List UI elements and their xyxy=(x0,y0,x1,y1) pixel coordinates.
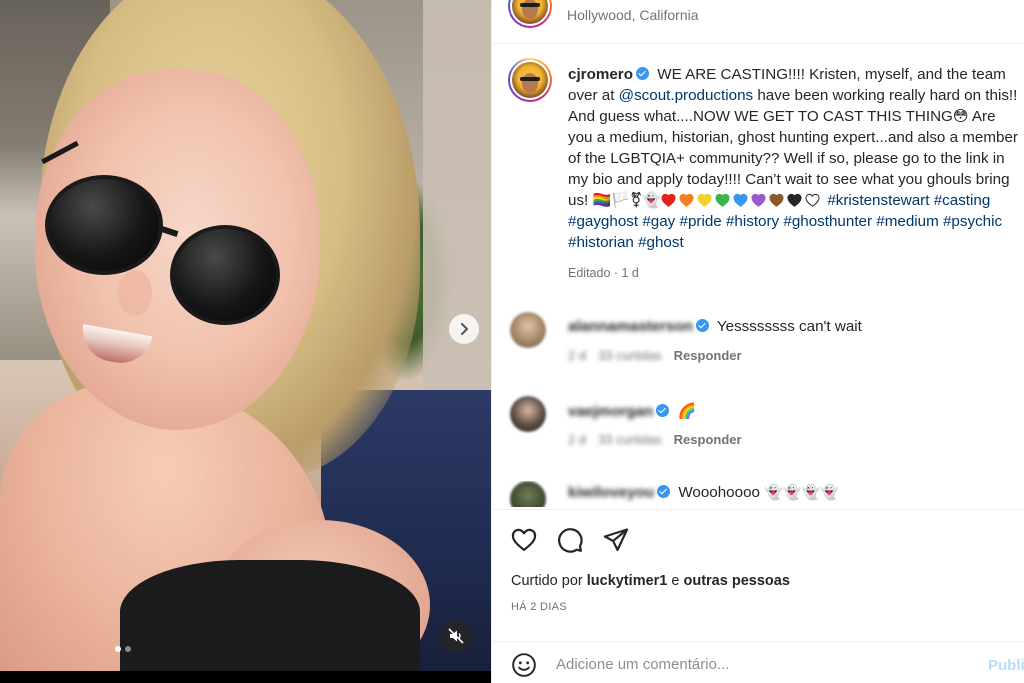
heart-emoji-icon xyxy=(715,192,730,207)
author-avatar[interactable] xyxy=(508,0,552,28)
commenter-avatar[interactable] xyxy=(510,481,546,507)
hashtag-link[interactable]: #historian xyxy=(568,234,634,251)
comment-meta: 2 d 33 curtidas Responder xyxy=(568,432,742,447)
post-actions-bar xyxy=(492,509,1024,567)
caption-edited-timestamp: Editado · 1 d xyxy=(568,266,639,280)
post-media[interactable] xyxy=(0,0,491,671)
comment-likes[interactable]: 33 curtidas xyxy=(598,432,662,447)
carousel-dot xyxy=(125,646,131,652)
mute-toggle-button[interactable] xyxy=(440,620,472,652)
commenter-username[interactable]: alannamasterson xyxy=(568,318,693,335)
reply-button[interactable]: Responder xyxy=(674,348,742,363)
likes-connector: e xyxy=(667,573,684,589)
comment-icon[interactable] xyxy=(556,526,584,554)
comment-body: vaejmorgan 🌈 xyxy=(568,402,696,420)
comment-age: 2 d xyxy=(568,432,587,447)
hashtag-link[interactable]: #gay xyxy=(642,213,675,230)
carousel-dot-active xyxy=(115,646,121,652)
heart-emoji-icon xyxy=(697,192,712,207)
comment-age: 2 d xyxy=(568,348,587,363)
heart-emoji-icon xyxy=(661,192,676,207)
comment-item: alannamasterson Yessssssss can't wait 2 … xyxy=(508,312,1018,372)
subject-nose xyxy=(118,270,152,316)
next-media-button[interactable] xyxy=(449,314,479,344)
caption-hearts xyxy=(661,192,823,209)
caption-author-avatar[interactable] xyxy=(508,58,552,102)
heart-emoji-icon xyxy=(769,192,784,207)
commenter-avatar[interactable] xyxy=(510,396,546,432)
commenter-username[interactable]: kiwiloveyou xyxy=(568,484,654,501)
reply-button[interactable]: Responder xyxy=(674,432,742,447)
verified-badge-icon xyxy=(656,404,670,417)
caption-text: cjromero WE ARE CASTING!!!! Kristen, mys… xyxy=(568,64,1020,253)
caption-emoji: 😳 xyxy=(952,108,969,125)
media-bottom-bar xyxy=(0,671,491,683)
comment-text: 🌈 xyxy=(677,403,697,420)
comment-likes[interactable]: 33 curtidas xyxy=(598,348,662,363)
sunglasses-left-lens xyxy=(45,175,163,275)
publish-button[interactable]: Publi xyxy=(988,657,1024,674)
post-location[interactable]: Hollywood, California xyxy=(567,7,699,23)
hashtag-link[interactable]: #kristenstewart xyxy=(827,192,929,209)
hashtag-link[interactable]: #history xyxy=(726,213,779,230)
carousel-indicator xyxy=(115,646,131,652)
heart-icon[interactable] xyxy=(510,526,538,554)
liker-username[interactable]: luckytimer1 xyxy=(587,573,668,589)
hashtag-link[interactable]: #casting xyxy=(934,192,991,209)
heart-emoji-icon xyxy=(733,192,748,207)
smiley-icon[interactable] xyxy=(511,652,537,678)
comment-emoji: 👻👻👻👻 xyxy=(764,484,839,501)
paper-plane-icon[interactable] xyxy=(602,526,630,554)
sunglasses-right-lens xyxy=(170,225,280,325)
hashtag-link[interactable]: #gayghost xyxy=(568,213,638,230)
add-comment-bar: Publi xyxy=(492,641,1024,683)
hashtag-link[interactable]: #medium xyxy=(876,213,938,230)
caption-mention-link[interactable]: @scout.productions xyxy=(619,87,753,104)
comment-input[interactable] xyxy=(556,650,956,678)
heart-emoji-icon xyxy=(679,192,694,207)
likes-prefix: Curtido por xyxy=(511,573,587,589)
likes-others-link[interactable]: outras pessoas xyxy=(684,573,790,589)
hashtag-link[interactable]: #ghosthunter xyxy=(783,213,872,230)
caption-flags: 🏳️‍🌈🏳️⚧👻 xyxy=(592,192,662,209)
comment-item: kiwiloveyou Wooohoooo 👻👻👻👻 xyxy=(508,481,1018,507)
comment-meta: 2 d 33 curtidas Responder xyxy=(568,348,742,363)
speaker-muted-icon xyxy=(448,628,464,644)
commenter-avatar[interactable] xyxy=(510,312,546,348)
comment-text: Wooohoooo xyxy=(678,484,760,501)
heart-emoji-icon xyxy=(787,192,802,207)
post-details-panel: Hollywood, California cjromero WE ARE CA… xyxy=(491,0,1024,683)
comment-body: alannamasterson Yessssssss can't wait xyxy=(568,318,862,335)
caption-username[interactable]: cjromero xyxy=(568,66,633,83)
chevron-right-icon xyxy=(461,323,468,335)
subject-shirt xyxy=(120,560,420,671)
post-timestamp[interactable]: HÁ 2 DIAS xyxy=(511,601,567,613)
comment-text: Yessssssss can't wait xyxy=(716,318,862,335)
heart-emoji-icon xyxy=(751,192,766,207)
comment-item: vaejmorgan 🌈 2 d 33 curtidas Responder xyxy=(508,396,1018,456)
hashtag-link[interactable]: #ghost xyxy=(638,234,684,251)
post-header: Hollywood, California xyxy=(492,0,1024,44)
heart-emoji-icon xyxy=(805,192,820,207)
verified-badge-icon xyxy=(695,319,709,332)
verified-badge-icon xyxy=(657,485,671,498)
hashtag-link[interactable]: #psychic xyxy=(943,213,1002,230)
hashtag-link[interactable]: #pride xyxy=(680,213,722,230)
verified-badge-icon xyxy=(636,67,649,80)
likes-summary: Curtido por luckytimer1 e outras pessoas xyxy=(511,573,790,589)
comment-body: kiwiloveyou Wooohoooo 👻👻👻👻 xyxy=(568,483,839,501)
commenter-username[interactable]: vaejmorgan xyxy=(568,403,653,420)
